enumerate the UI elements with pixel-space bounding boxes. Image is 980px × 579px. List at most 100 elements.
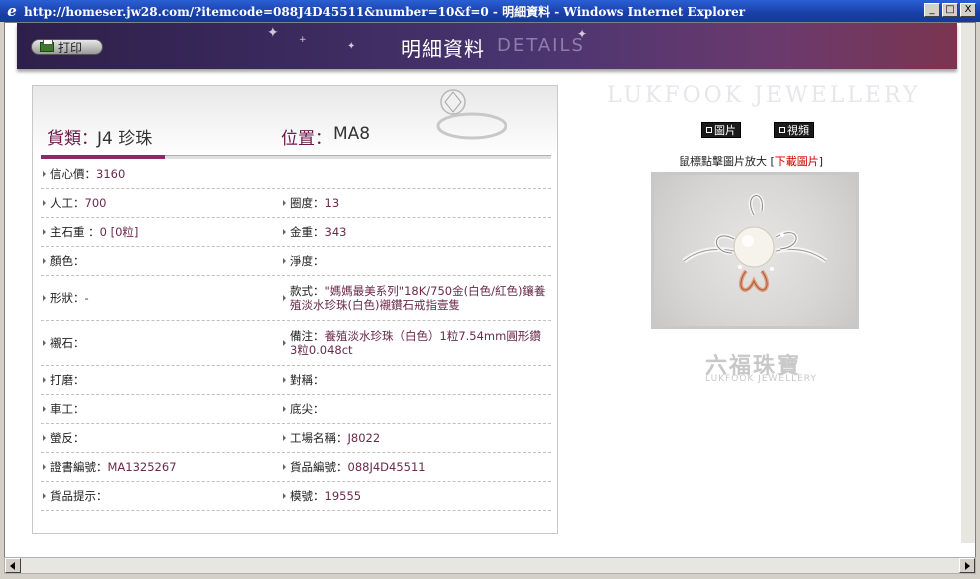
bullet-arrow-icon [43, 435, 46, 441]
detail-value: 088J4D45511 [347, 460, 426, 474]
scroll-left-button[interactable] [5, 558, 21, 573]
close-button[interactable]: X [960, 3, 976, 17]
detail-value: 700 [84, 196, 107, 210]
detail-value: 養殖淡水珍珠（白色）1粒7.54mm圓形鑽3粒0.048ct [290, 329, 541, 357]
bullet-arrow-icon [283, 229, 286, 235]
picture-button-label: 圖片 [714, 124, 736, 137]
detail-cell: 對稱： [281, 366, 551, 394]
brand-watermark: LUKFOOK JEWELLERY [607, 83, 921, 108]
minimize-button[interactable]: _ [924, 3, 940, 17]
hint-close: ] [818, 155, 824, 168]
bullet-arrow-icon [283, 258, 286, 264]
download-image-link[interactable]: 下載圖片 [775, 155, 819, 168]
window-bottom-edge [0, 574, 980, 579]
detail-cell: 備注：養殖淡水珍珠（白色）1粒7.54mm圓形鑽3粒0.048ct [281, 321, 551, 365]
detail-label: 工場名稱： [290, 431, 348, 445]
detail-value: 3160 [96, 167, 126, 181]
product-photo[interactable] [651, 172, 859, 329]
table-row: 信心價： 3160 [41, 160, 551, 189]
sparkle-icon: ✦ [347, 41, 356, 52]
table-row: 證書編號： MA1325267 貨品編號： 088J4D45511 [41, 453, 551, 482]
detail-cell: 貨品提示： [41, 482, 281, 510]
bullet-arrow-icon [43, 200, 46, 206]
vertical-scrollbar[interactable] [961, 23, 975, 543]
bullet-arrow-icon [43, 493, 46, 499]
detail-label: 模號： [290, 489, 325, 503]
ring-photo-icon [682, 193, 828, 292]
table-row: 貨品提示： 模號： 19555 [41, 482, 551, 511]
bullet-arrow-icon [43, 406, 46, 412]
bullet-arrow-icon [283, 464, 286, 470]
bullet-arrow-icon [283, 200, 286, 206]
detail-label: 主石重 ： [50, 225, 100, 239]
page-subtitle: DETAILS [497, 35, 585, 56]
table-row: 主石重 ： 0 [0粒] 金重： 343 [41, 218, 551, 247]
kind-label: 貨類： [47, 129, 98, 149]
detail-label: 打磨： [50, 373, 85, 387]
video-button[interactable]: 視頻 [774, 122, 814, 138]
detail-label: 金重： [290, 225, 325, 239]
hint-text: 鼠標點擊圖片放大 [679, 155, 767, 168]
detail-text: 款式："媽媽最美系列"18K/750金(白色/紅色)鑲養殖淡水珍珠(白色)襯鑽石… [290, 284, 547, 312]
detail-value: J8022 [347, 431, 381, 445]
detail-label: 螢反： [50, 431, 85, 445]
scroll-right-button[interactable] [959, 558, 975, 573]
picture-button[interactable]: 圖片 [701, 122, 741, 138]
maximize-button[interactable]: □ [942, 3, 958, 17]
detail-cell: 工場名稱： J8022 [281, 424, 551, 452]
detail-value: 19555 [324, 489, 362, 503]
detail-value: 343 [324, 225, 347, 239]
video-button-label: 視頻 [787, 124, 809, 137]
kind-value: J4 珍珠 [97, 129, 153, 149]
detail-cell: 底尖： [281, 395, 551, 423]
location-value: MA8 [333, 124, 371, 144]
table-row: 顏色： 淨度： [41, 247, 551, 276]
bullet-arrow-icon [43, 258, 46, 264]
table-row: 襯石： 備注：養殖淡水珍珠（白色）1粒7.54mm圓形鑽3粒0.048ct [41, 321, 551, 366]
detail-cell: 襯石： [41, 321, 281, 365]
bullet-arrow-icon [283, 435, 286, 441]
detail-cell: 金重： 343 [281, 218, 551, 246]
detail-label: 款式： [290, 284, 325, 298]
detail-cell: 顏色： [41, 247, 281, 275]
horizontal-scrollbar[interactable] [4, 557, 976, 574]
bullet-arrow-icon [283, 295, 286, 301]
detail-cell: 人工： 700 [41, 189, 281, 217]
bullet-arrow-icon [43, 377, 46, 383]
detail-cell: 信心價： 3160 [41, 160, 551, 188]
print-button-label: 打印 [58, 40, 83, 55]
table-row: 打磨： 對稱： [41, 366, 551, 395]
bullet-arrow-icon [283, 406, 286, 412]
picture-icon [706, 127, 712, 133]
location-label: 位置： [281, 129, 332, 149]
detail-cell: 車工： [41, 395, 281, 423]
table-row: 形狀： - 款式："媽媽最美系列"18K/750金(白色/紅色)鑲養殖淡水珍珠(… [41, 276, 551, 321]
bullet-arrow-icon [283, 493, 286, 499]
print-button[interactable]: 打印 [31, 39, 103, 55]
detail-label: 人工： [50, 196, 85, 210]
printer-icon [40, 39, 54, 52]
detail-label: 證書編號： [50, 460, 108, 474]
detail-label: 備注： [290, 329, 325, 343]
ie-icon: e [7, 2, 17, 20]
bullet-arrow-icon [43, 464, 46, 470]
detail-value: 13 [324, 196, 340, 210]
detail-cell: 螢反： [41, 424, 281, 452]
detail-label: 形狀： [50, 291, 85, 305]
arrow-left-icon [10, 562, 15, 570]
page-viewport: ✦ ✦ ✦ + 打印 明細資料 DETAILS 貨類： J4 珍珠 位置： MA… [4, 22, 976, 558]
logo-english: LUKFOOK JEWELLERY [705, 374, 817, 384]
detail-label: 信心價： [50, 167, 96, 181]
table-row: 螢反： 工場名稱： J8022 [41, 424, 551, 453]
detail-cell: 主石重 ： 0 [0粒] [41, 218, 281, 246]
detail-label: 對稱： [290, 373, 325, 387]
detail-cell: 貨品編號： 088J4D45511 [281, 453, 551, 481]
sparkle-icon: + [299, 35, 307, 45]
table-row: 人工： 700 圈度： 13 [41, 189, 551, 218]
detail-cell: 圈度： 13 [281, 189, 551, 217]
video-icon [779, 127, 785, 133]
bullet-arrow-icon [43, 229, 46, 235]
bullet-arrow-icon [43, 340, 46, 346]
detail-cell: 模號： 19555 [281, 482, 551, 510]
window-controls: _ □ X [924, 3, 976, 17]
